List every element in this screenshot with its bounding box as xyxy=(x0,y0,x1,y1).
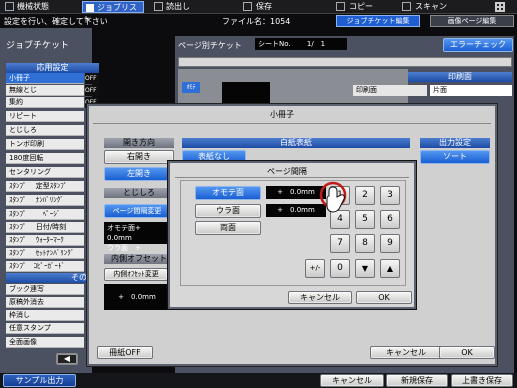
menu-value: OFF xyxy=(85,85,99,96)
inner-offset-header: 内側オフセット xyxy=(104,254,174,264)
menu-item-other[interactable]: 原稿外消去 xyxy=(6,297,84,308)
back-side-button[interactable]: ウラ面 xyxy=(195,204,261,218)
menu-item[interactable]: ｽﾀﾝﾌﾟ 定型ｽﾀﾝﾌﾟ xyxy=(6,181,84,192)
key-6[interactable]: 6 xyxy=(380,210,400,229)
booklet-cancel-button[interactable]: キャンセル xyxy=(370,346,442,359)
sheet-no-label: シートNo. xyxy=(258,40,291,48)
key-3[interactable]: 3 xyxy=(380,186,400,205)
front-gap-value: + 0.0mm xyxy=(266,186,326,199)
menu-item[interactable]: ｽﾀﾝﾌﾟ ｳｫｰﾀｰﾏｰｸ xyxy=(6,235,84,246)
menu-item[interactable]: ｽﾀﾝﾌﾟ ﾍﾟｰｼﾞ xyxy=(6,209,84,220)
inner-offset-change-button[interactable]: 内側ｵﾌｾｯﾄ変更 xyxy=(104,268,168,281)
open-direction-header: 開き方向 xyxy=(104,138,174,148)
gap-front-summary: オモテ面+ 0.0mm xyxy=(107,224,151,242)
print-side-header: 印刷面 xyxy=(408,72,512,82)
page-scroll-bar[interactable] xyxy=(178,57,512,67)
booklet-dialog-title: 小冊子 xyxy=(270,110,294,119)
nav-job-list[interactable]: ジョブリスト xyxy=(82,1,144,24)
booklet-dialog-divider xyxy=(93,123,491,124)
others-header: その他 xyxy=(6,273,99,283)
gap-summary: オモテ面+ 0.0mm ウラ面 + 0.0mm xyxy=(104,222,172,262)
applied-settings-header: 応用設定 xyxy=(6,63,99,73)
page-gap-title: ページ間隔 xyxy=(267,167,307,176)
booklet-off-button[interactable]: 冊紙OFF xyxy=(97,346,153,359)
triangle-left-icon: ◀ xyxy=(63,354,71,363)
save-icon xyxy=(243,2,252,11)
print-side-label: 印刷面 xyxy=(353,85,427,96)
sheet-page: 1/ 1 xyxy=(306,40,326,48)
job-list-icon xyxy=(86,3,94,12)
print-side-value: 片面 xyxy=(430,85,512,96)
key-increment[interactable]: ▲ xyxy=(380,259,400,278)
key-5[interactable]: 5 xyxy=(355,210,375,229)
error-check-button[interactable]: エラーチェック xyxy=(443,38,513,52)
overwrite-save-button[interactable]: 上書き保存 xyxy=(451,374,513,387)
file-name: ファイル名：1054 xyxy=(222,17,291,26)
tab-ticket-edit[interactable]: ジョブチケット編集 xyxy=(336,15,420,27)
scroll-left-button[interactable]: ◀ xyxy=(56,353,78,365)
inner-offset-value: + 0.0mm xyxy=(104,284,170,310)
menu-item[interactable]: ｽﾀﾝﾌﾟ 日付/時刻 xyxy=(6,222,84,233)
new-save-button[interactable]: 新規保存 xyxy=(386,374,448,387)
menu-item[interactable]: 180度回転 xyxy=(6,153,84,164)
menu-item[interactable]: センタリング xyxy=(6,167,84,178)
page-ticket-label: ページ別チケット xyxy=(178,41,242,50)
menu-item[interactable]: とじしろ xyxy=(6,125,84,136)
page-gap-divider xyxy=(175,177,409,178)
page-gap-change-button[interactable]: ページ間隔変更 xyxy=(104,204,170,218)
blank-cover-header: 白紙表紙 xyxy=(182,138,410,148)
footer-cancel-button[interactable]: キャンセル xyxy=(320,374,384,387)
read-icon xyxy=(154,2,163,11)
binding-margin-header: とじしろ xyxy=(104,188,174,198)
output-settings-header: 出力設定 xyxy=(420,138,490,148)
sample-output-button[interactable]: サンプル出力 xyxy=(3,374,76,387)
front-side-button[interactable]: オモテ面 xyxy=(195,186,261,200)
copy-icon xyxy=(336,2,345,11)
nav-save[interactable]: 保存 xyxy=(243,1,288,13)
sort-button[interactable]: ソート xyxy=(420,150,490,164)
key-0[interactable]: 0 xyxy=(330,259,350,278)
key-decrement[interactable]: ▼ xyxy=(355,259,375,278)
page-gap-ok-button[interactable]: OK xyxy=(356,291,412,304)
both-sides-button[interactable]: 両面 xyxy=(195,221,261,235)
sheet-no-box: シートNo. 1/ 1 xyxy=(255,38,347,50)
touch-pointer-icon xyxy=(319,181,347,213)
menu-item-other[interactable]: ブック連写 xyxy=(6,284,84,295)
menu-item-other[interactable]: 任意スタンプ xyxy=(6,323,84,334)
page-thumbnail xyxy=(222,82,270,106)
page-gap-cancel-button[interactable]: キャンセル xyxy=(288,291,352,304)
menu-item[interactable]: ｽﾀﾝﾌﾟ ﾅﾝﾊﾞﾘﾝｸﾞ xyxy=(6,195,84,206)
nav-machine-status[interactable]: 機械状態 xyxy=(2,1,67,13)
machine-status-icon xyxy=(5,2,14,11)
key-2[interactable]: 2 xyxy=(355,186,375,205)
menu-item[interactable]: 集約 xyxy=(6,97,84,108)
nav-grid[interactable] xyxy=(489,1,511,13)
key-7[interactable]: 7 xyxy=(330,234,350,253)
menu-item[interactable]: 無線とじ xyxy=(6,85,84,96)
right-open-button[interactable]: 右開き xyxy=(104,150,174,164)
menu-item-other[interactable]: 枠消し xyxy=(6,310,84,321)
left-panel-title: ジョブチケット xyxy=(6,41,70,51)
grid-icon xyxy=(495,2,505,12)
key-plus-minus[interactable]: +/- xyxy=(305,259,325,278)
nav-copy[interactable]: コピー xyxy=(336,1,386,13)
nav-scan[interactable]: スキャン xyxy=(402,1,462,13)
tab-page-edit[interactable]: 画像ページ編集 xyxy=(430,15,514,27)
menu-item[interactable]: リピート xyxy=(6,111,84,122)
booklet-ok-button[interactable]: OK xyxy=(439,346,495,359)
nav-read[interactable]: 読出し xyxy=(148,1,203,13)
key-8[interactable]: 8 xyxy=(355,234,375,253)
menu-item-booklet[interactable]: 小冊子 xyxy=(6,73,84,84)
menu-item[interactable]: ｽﾀﾝﾌﾟ ｺﾋﾟｰｶﾞｰﾄﾞ xyxy=(6,261,84,272)
menu-item[interactable]: トンボ印刷 xyxy=(6,139,84,150)
back-gap-value: + 0.0mm xyxy=(266,204,326,217)
menu-item-other[interactable]: 全面画像 xyxy=(6,337,84,348)
left-open-button[interactable]: 左開き xyxy=(104,167,174,181)
scan-icon xyxy=(402,2,411,11)
menu-item[interactable]: ｽﾀﾝﾌﾟ ｾｯﾄﾅﾝﾊﾞﾘﾝｸﾞ xyxy=(6,248,84,259)
omote-tab[interactable]: ｵﾓﾃ xyxy=(182,82,200,93)
menu-value: OFF xyxy=(85,73,99,84)
key-9[interactable]: 9 xyxy=(380,234,400,253)
status-message: 設定を行い、確定して下さい xyxy=(4,17,108,26)
